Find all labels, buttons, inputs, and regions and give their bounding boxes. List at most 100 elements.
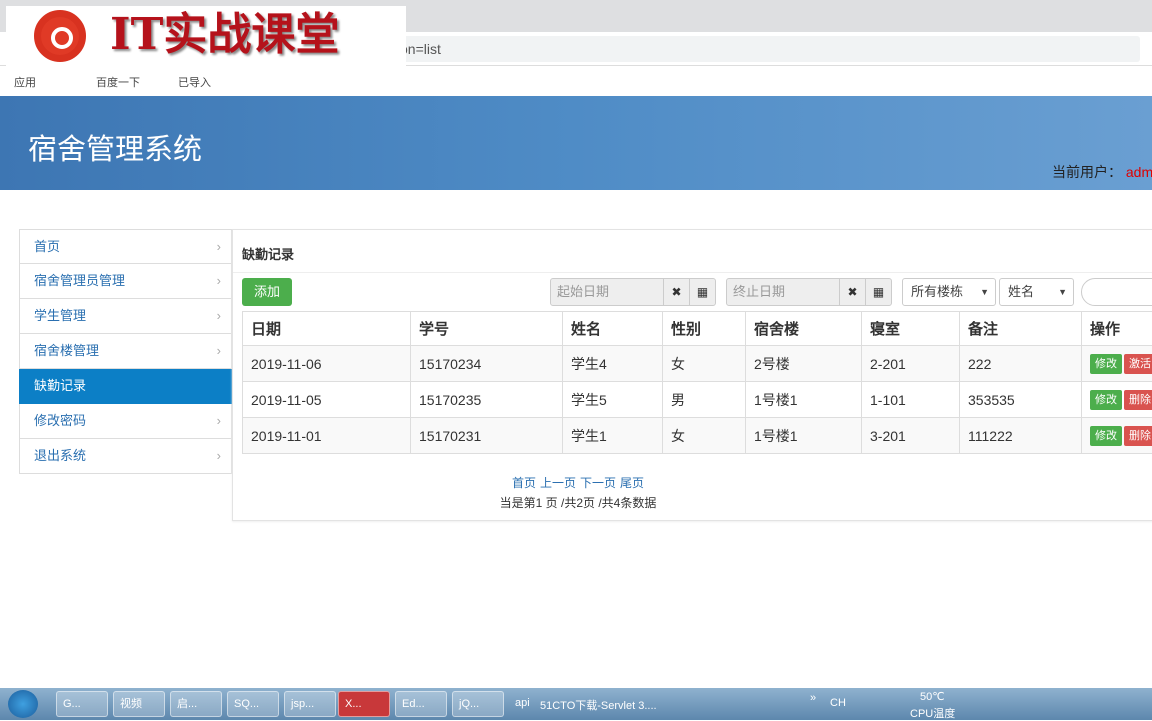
start-date-picker: 起始日期 ✖ ▦ [550, 278, 716, 306]
calendar-icon[interactable]: ▦ [689, 279, 715, 305]
first-page-link[interactable]: 首页 [512, 476, 536, 490]
col-room: 寝室 [862, 312, 960, 346]
add-button[interactable]: 添加 [242, 278, 292, 306]
building-select-value: 所有楼栋 [911, 284, 963, 299]
pagination: 首页上一页下一页尾页 [233, 474, 923, 491]
taskbar-api-label: api [515, 697, 530, 709]
calendar-icon[interactable]: ▦ [865, 279, 891, 305]
sidebar-item-label: 宿舍管理员管理 [34, 273, 125, 288]
user-label: 当前用户： [1052, 164, 1122, 180]
cell-note: 353535 [960, 382, 1082, 418]
cell-student-id: 15170234 [411, 346, 563, 382]
sidebar-item-label: 退出系统 [34, 448, 86, 463]
cell-actions: 修改激活 [1082, 346, 1152, 382]
chevron-right-icon: › [217, 230, 221, 264]
bookmark-imported[interactable]: 已导入 [178, 74, 211, 90]
sidebar-item-student-management[interactable]: 学生管理› [19, 299, 232, 334]
sidebar-item-change-password[interactable]: 修改密码› [19, 404, 232, 439]
end-date-picker: 终止日期 ✖ ▦ [726, 278, 892, 306]
pagination-info: 当是第1 页 /共2页 /共4条数据 [233, 494, 923, 511]
cell-actions: 修改删除 [1082, 418, 1152, 454]
app-title: 宿舍管理系统 [28, 126, 202, 168]
clear-icon[interactable]: ✖ [663, 279, 689, 305]
content-panel: 缺勤记录 添加 起始日期 ✖ ▦ 终止日期 ✖ ▦ 所有楼栋▼ 姓名▼ 日期 学… [232, 229, 1152, 521]
col-building: 宿舍楼 [746, 312, 862, 346]
search-input[interactable] [1081, 278, 1152, 306]
last-page-link[interactable]: 尾页 [620, 476, 644, 490]
input-language[interactable]: CH [830, 697, 846, 709]
chevron-right-icon: › [217, 264, 221, 298]
chevron-right-icon: › [217, 439, 221, 473]
sidebar-item-label: 缺勤记录 [34, 378, 86, 393]
taskbar-item-jquery[interactable]: jQ... [452, 691, 504, 717]
cell-gender: 男 [663, 382, 746, 418]
cell-room: 1-101 [862, 382, 960, 418]
start-button[interactable] [8, 690, 38, 718]
sidebar-item-absence-records[interactable]: 缺勤记录 [19, 369, 232, 404]
cell-building: 1号楼1 [746, 382, 862, 418]
cell-name: 学生5 [563, 382, 663, 418]
cell-name: 学生1 [563, 418, 663, 454]
cell-building: 2号楼 [746, 346, 862, 382]
delete-button[interactable]: 删除 [1124, 390, 1152, 410]
cell-date: 2019-11-06 [243, 346, 411, 382]
edit-button[interactable]: 修改 [1090, 426, 1122, 446]
clear-icon[interactable]: ✖ [839, 279, 865, 305]
caret-down-icon: ▼ [1058, 279, 1067, 305]
cell-date: 2019-11-05 [243, 382, 411, 418]
col-note: 备注 [960, 312, 1082, 346]
absence-table: 日期 学号 姓名 性别 宿舍楼 寝室 备注 操作 2019-11-06 1517… [242, 311, 1152, 454]
table-row: 2019-11-01 15170231 学生1 女 1号楼1 3-201 111… [243, 418, 1152, 454]
sidebar-item-logout[interactable]: 退出系统 › [19, 439, 232, 474]
watermark-text: IT实战课堂 [110, 8, 339, 62]
current-user: 当前用户： admin [1052, 162, 1152, 182]
taskbar-item-chrome[interactable]: G... [56, 691, 108, 717]
sidebar-item-label: 首页 [34, 239, 60, 254]
bookmarks-bar: 应用 百度一下 已导入 [0, 68, 1152, 96]
sidebar-item-building-management[interactable]: 宿舍楼管理› [19, 334, 232, 369]
prev-page-link[interactable]: 上一页 [540, 476, 576, 490]
taskbar-window-title[interactable]: 51CTO下载-Servlet 3.... [540, 697, 657, 713]
taskbar-item-jsp[interactable]: jsp... [284, 691, 336, 717]
search-field-select[interactable]: 姓名 ▼ [999, 278, 1074, 306]
cell-note: 222 [960, 346, 1082, 382]
sidebar-item-label: 修改密码 [34, 413, 86, 428]
delete-button[interactable]: 删除 [1124, 426, 1152, 446]
chevron-right-icon: › [217, 334, 221, 368]
overflow-chevron-icon[interactable]: » [810, 692, 816, 704]
cell-building: 1号楼1 [746, 418, 862, 454]
search-field-value: 姓名 [1008, 284, 1034, 299]
sidebar-item-admin-management[interactable]: 宿舍管理员管理 › [19, 264, 232, 299]
col-name: 姓名 [563, 312, 663, 346]
sidebar-item-home[interactable]: 首页 › [19, 229, 232, 264]
taskbar-item-x[interactable]: X... [338, 691, 390, 717]
end-date-input[interactable]: 终止日期 [727, 279, 839, 305]
edit-button[interactable]: 修改 [1090, 390, 1122, 410]
taskbar-item-video[interactable]: 视频 [113, 691, 165, 717]
bookmark-baidu[interactable]: 百度一下 [96, 74, 140, 90]
taskbar-item-editor[interactable]: Ed... [395, 691, 447, 717]
bookmark-apps[interactable]: 应用 [14, 74, 36, 90]
user-name: admin [1126, 164, 1152, 180]
taskbar-item-cmd[interactable]: 启... [170, 691, 222, 717]
col-student-id: 学号 [411, 312, 563, 346]
logo-icon [34, 10, 86, 62]
cell-room: 3-201 [862, 418, 960, 454]
building-select[interactable]: 所有楼栋▼ [902, 278, 996, 306]
cell-gender: 女 [663, 346, 746, 382]
col-actions: 操作 [1082, 312, 1152, 346]
next-page-link[interactable]: 下一页 [580, 476, 616, 490]
table-header: 日期 学号 姓名 性别 宿舍楼 寝室 备注 操作 [243, 312, 1152, 346]
cpu-temp-label: CPU温度 [910, 705, 955, 721]
edit-button[interactable]: 修改 [1090, 354, 1122, 374]
activate-button[interactable]: 激活 [1124, 354, 1152, 374]
chevron-right-icon: › [217, 299, 221, 333]
col-gender: 性别 [663, 312, 746, 346]
header-banner: 宿舍管理系统 当前用户： admin [0, 96, 1152, 190]
cell-actions: 修改删除 [1082, 382, 1152, 418]
cell-date: 2019-11-01 [243, 418, 411, 454]
cell-name: 学生4 [563, 346, 663, 382]
taskbar-item-sql[interactable]: SQ... [227, 691, 279, 717]
cell-student-id: 15170235 [411, 382, 563, 418]
start-date-input[interactable]: 起始日期 [551, 279, 663, 305]
